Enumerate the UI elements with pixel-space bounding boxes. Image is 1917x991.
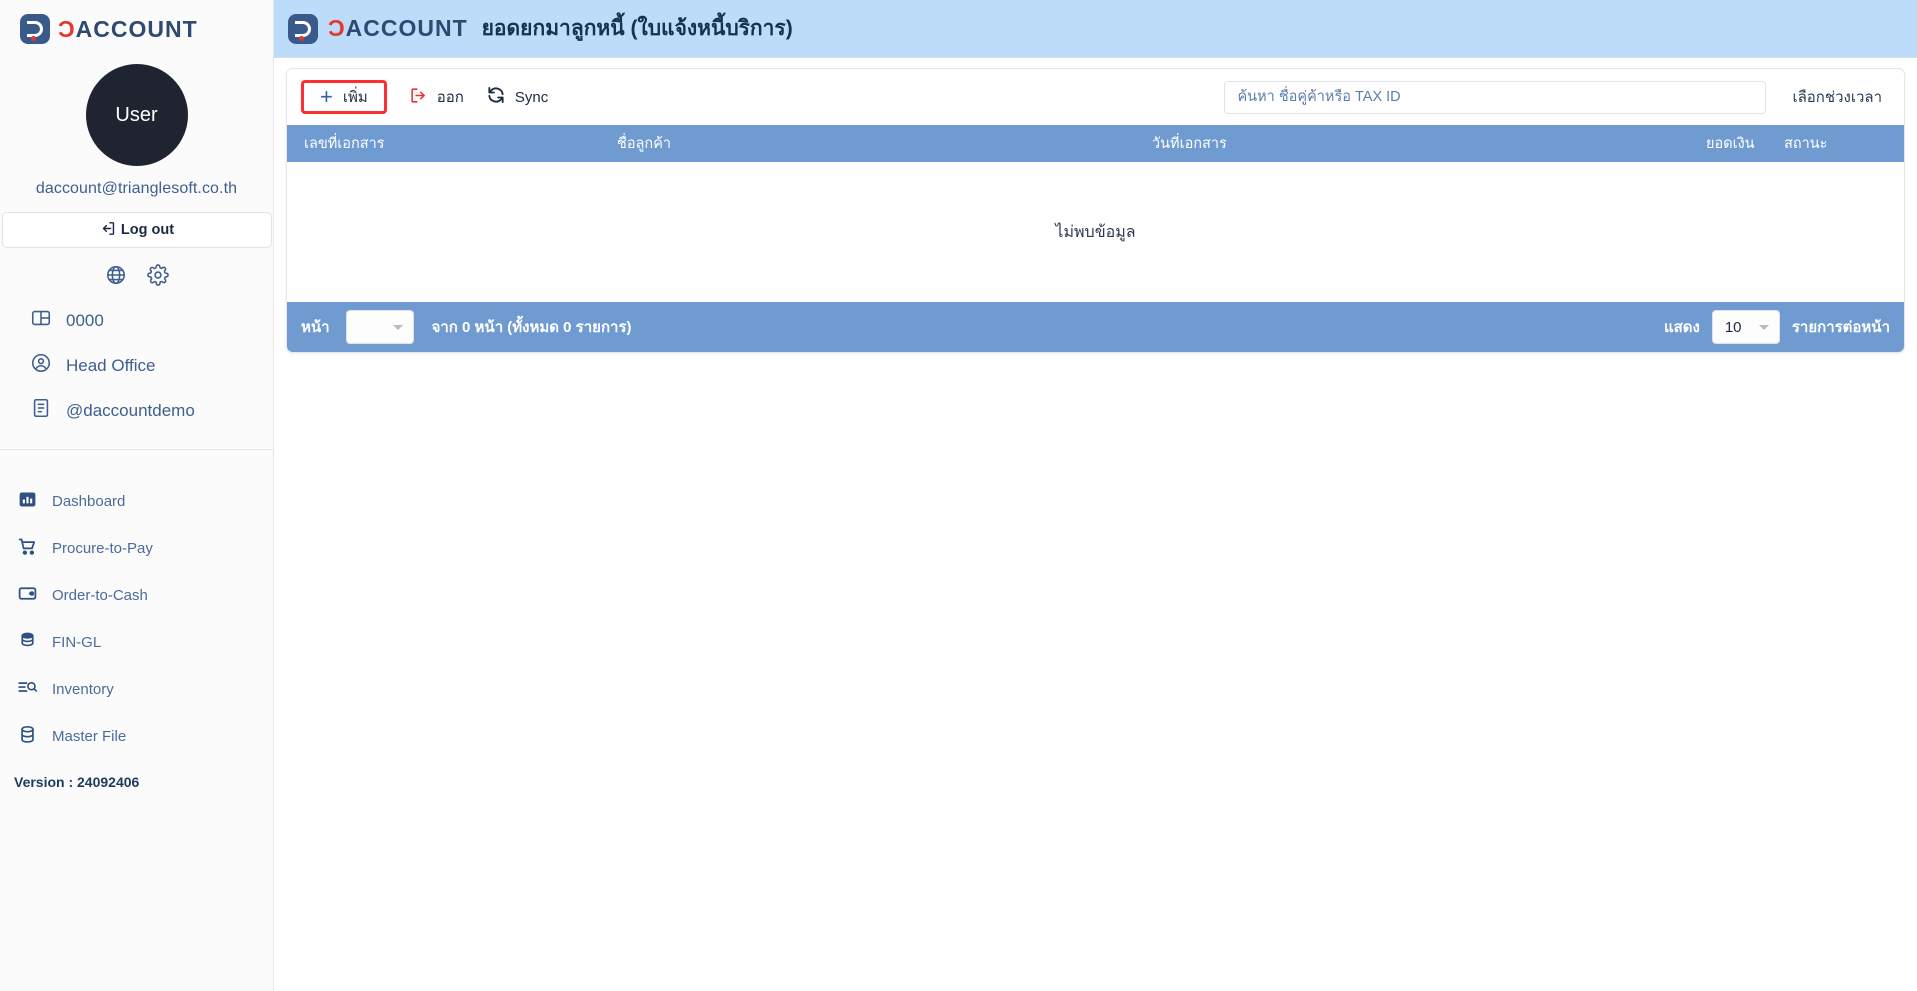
app-root: ƆACCOUNT User daccount@trianglesoft.co.t…	[0, 0, 1917, 991]
sidebar-item-head-office[interactable]: Head Office	[0, 343, 273, 388]
page-select[interactable]	[345, 310, 414, 344]
rows-per-page-value: 10	[1724, 318, 1742, 336]
brand-wordmark: ƆACCOUNT	[58, 15, 198, 42]
coins-icon	[17, 630, 38, 655]
sidebar-item-inventory-label: Inventory	[52, 681, 114, 698]
sync-icon	[486, 85, 506, 109]
column-header-amount[interactable]: ยอดเงิน	[1706, 132, 1784, 155]
page-header: ƆACCOUNT ยอดยกมาลูกหนี้ (ใบแจ้งหนี้บริกา…	[274, 0, 1917, 58]
main-navigation: Dashboard Procure-to-Pay Order-to-Cash F…	[0, 450, 273, 760]
inventory-icon	[17, 677, 38, 702]
column-header-document-no[interactable]: เลขที่เอกสาร	[287, 132, 617, 155]
sync-button-label: Sync	[514, 88, 549, 106]
column-header-status[interactable]: สถานะ	[1784, 132, 1904, 155]
sidebar-item-procure-to-pay-label: Procure-to-Pay	[52, 540, 153, 557]
export-button-label: ออก	[436, 89, 464, 106]
version-label: Version : 24092406	[14, 774, 140, 790]
table-header-row: เลขที่เอกสาร ชื่อลูกค้า วันที่เอกสาร ยอด…	[287, 125, 1904, 162]
daccount-logo-mark	[20, 14, 50, 44]
sidebar-item-inventory[interactable]: Inventory	[0, 666, 273, 713]
table-body: ไม่พบข้อมูล	[287, 162, 1904, 302]
show-label: แสดง	[1663, 319, 1700, 336]
header-wordmark: ƆACCOUNT	[328, 17, 468, 40]
chevron-down-icon	[1758, 325, 1769, 330]
sidebar-item-procure-to-pay[interactable]: Procure-to-Pay	[0, 525, 273, 572]
header-brand-red: Ɔ	[328, 15, 346, 41]
table-footer: หน้า จาก 0 หน้า (ทั้งหมด 0 รายการ) แสดง …	[287, 302, 1904, 352]
sidebar-item-fin-gl[interactable]: FIN-GL	[0, 619, 273, 666]
column-header-customer-name[interactable]: ชื่อลูกค้า	[617, 132, 1152, 155]
company-icon	[30, 307, 52, 334]
organization-list: 0000 Head Office @daccountdemo	[0, 296, 273, 443]
sidebar-item-company[interactable]: 0000	[0, 298, 273, 343]
chevron-down-icon	[392, 325, 403, 330]
page-label: หน้า	[301, 319, 330, 336]
user-email: daccount@trianglesoft.co.th	[35, 180, 238, 197]
main-content: ƆACCOUNT ยอดยกมาลูกหนี้ (ใบแจ้งหนี้บริกา…	[274, 0, 1917, 991]
database-icon	[17, 724, 38, 749]
wallet-icon	[17, 583, 38, 608]
sidebar-item-account-label: @daccountdemo	[66, 400, 195, 420]
sidebar-item-dashboard-label: Dashboard	[52, 493, 126, 510]
export-button[interactable]: ออก	[409, 85, 464, 109]
sidebar-item-master-file-label: Master File	[52, 728, 127, 745]
header-brand-navy: ACCOUNT	[345, 15, 468, 41]
sidebar-item-fin-gl-label: FIN-GL	[52, 634, 102, 651]
brand-name-navy: ACCOUNT	[75, 15, 198, 42]
logout-label: Log out	[120, 222, 175, 238]
data-card: + เพิ่ม ออก Sync ค้นหา ชื่อคู่ค้าหรือ TA…	[286, 68, 1905, 353]
sidebar-item-account[interactable]: @daccountdemo	[0, 388, 273, 433]
export-icon	[409, 86, 428, 109]
gear-icon[interactable]	[146, 264, 169, 286]
user-panel: User daccount@trianglesoft.co.th	[0, 58, 273, 198]
page-body: + เพิ่ม ออก Sync ค้นหา ชื่อคู่ค้าหรือ TA…	[274, 58, 1917, 353]
sidebar-item-master-file[interactable]: Master File	[0, 713, 273, 760]
page-count-text: จาก 0 หน้า (ทั้งหมด 0 รายการ)	[431, 319, 632, 336]
plus-icon: +	[320, 84, 333, 109]
column-header-document-date[interactable]: วันที่เอกสาร	[1152, 132, 1706, 155]
avatar[interactable]: User	[85, 64, 188, 166]
shopping-cart-icon	[17, 536, 38, 561]
sidebar-item-company-label: 0000	[66, 310, 104, 330]
add-button-label: เพิ่ม	[342, 89, 368, 106]
sidebar-item-order-to-cash[interactable]: Order-to-Cash	[0, 572, 273, 619]
rows-per-page-select[interactable]: 10	[1711, 310, 1780, 344]
sidebar-brand[interactable]: ƆACCOUNT	[0, 0, 273, 58]
page-title: ยอดยกมาลูกหนี้ (ใบแจ้งหนี้บริการ)	[481, 17, 793, 40]
sidebar-item-order-to-cash-label: Order-to-Cash	[52, 587, 148, 604]
globe-icon[interactable]	[105, 264, 127, 286]
add-button[interactable]: + เพิ่ม	[301, 80, 387, 114]
search-input[interactable]	[1224, 80, 1767, 114]
sidebar-item-head-office-label: Head Office	[66, 355, 156, 375]
user-circle-icon	[30, 352, 52, 379]
logout-icon	[100, 220, 117, 241]
toolbar: + เพิ่ม ออก Sync ค้นหา ชื่อคู่ค้าหรือ TA…	[287, 69, 1904, 125]
sync-button[interactable]: Sync	[486, 85, 548, 109]
rows-per-page-label: รายการต่อหน้า	[1791, 319, 1890, 336]
rows-per-page-group: แสดง 10 รายการต่อหน้า	[1664, 310, 1890, 344]
bar-chart-icon	[17, 489, 38, 514]
document-icon	[30, 397, 52, 424]
sidebar: ƆACCOUNT User daccount@trianglesoft.co.t…	[0, 0, 274, 991]
empty-state-message: ไม่พบข้อมูล	[1055, 223, 1136, 241]
header-logo-mark	[288, 13, 318, 44]
sidebar-item-dashboard[interactable]: Dashboard	[0, 478, 273, 525]
date-range-picker[interactable]: เลือกช่วงเวลา	[1792, 85, 1882, 109]
quick-icon-row	[0, 248, 273, 296]
brand-name-red: Ɔ	[58, 15, 76, 42]
logout-button[interactable]: Log out	[2, 212, 272, 248]
